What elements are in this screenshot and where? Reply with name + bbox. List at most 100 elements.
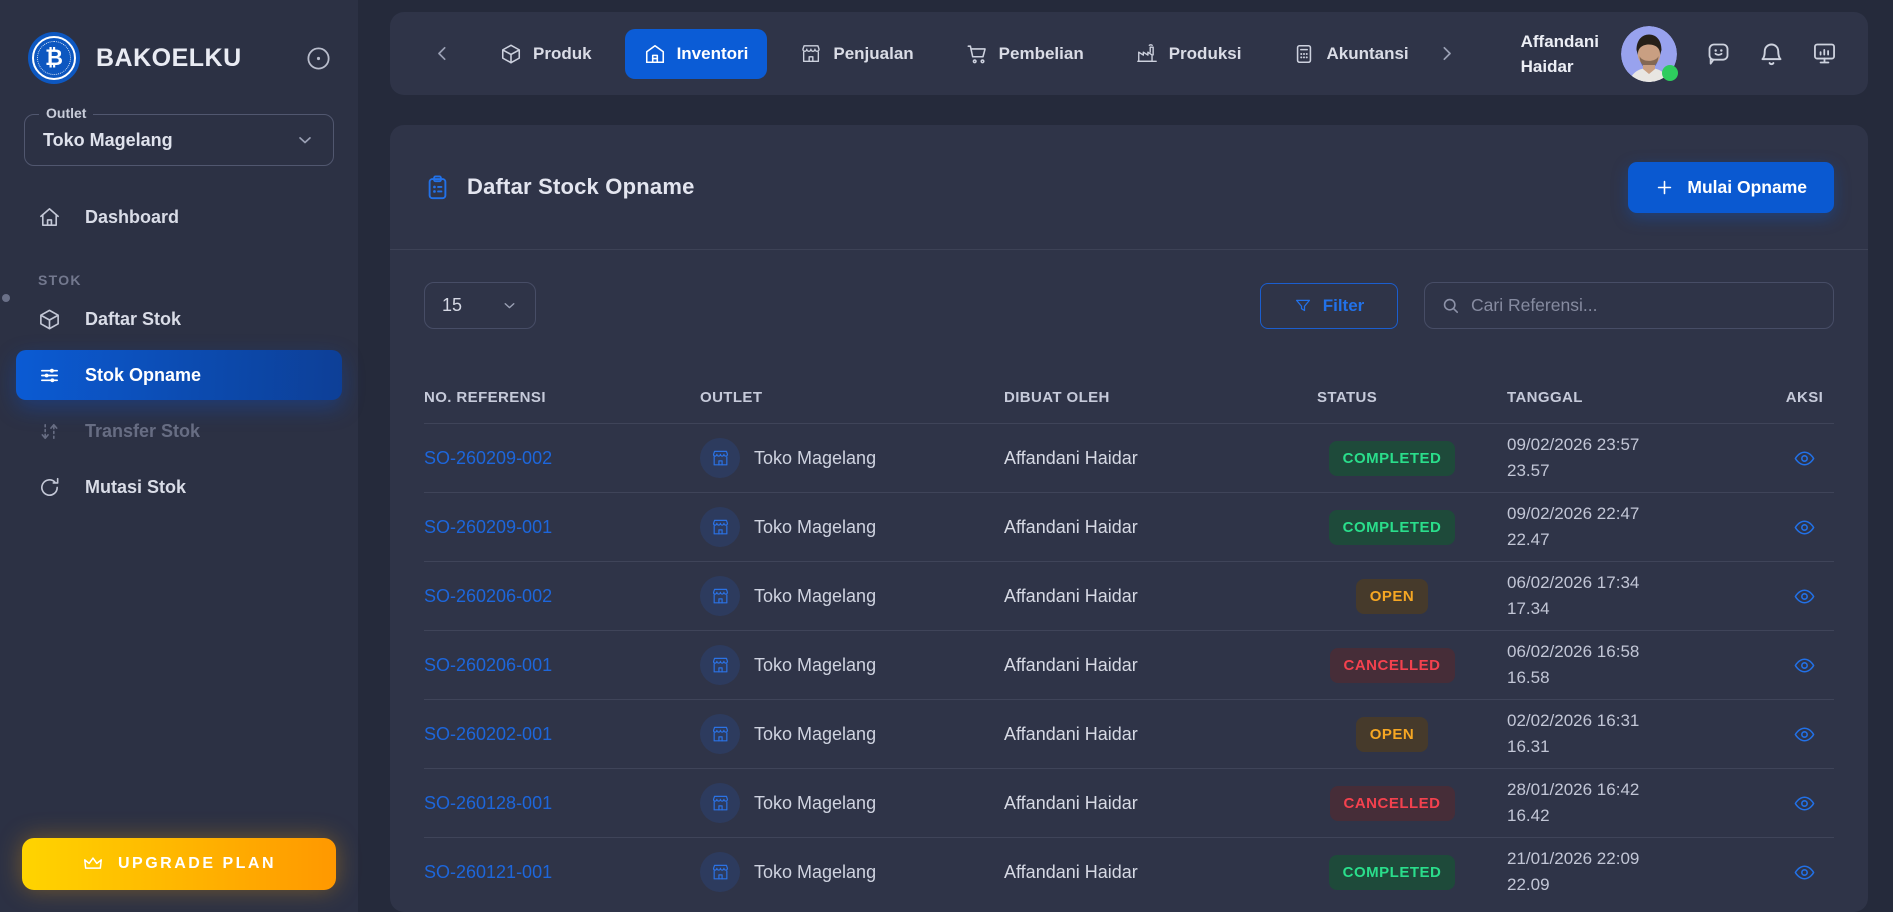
outlet-cell: Toko Magelang (700, 645, 1004, 685)
time-line: 17.34 (1507, 599, 1550, 618)
time-line: 23.57 (1507, 461, 1550, 480)
reference-link[interactable]: SO-260209-001 (424, 517, 700, 538)
action-cell (1775, 447, 1834, 470)
outlet-name: Toko Magelang (754, 654, 877, 675)
view-eye-icon[interactable] (1793, 447, 1816, 470)
date-line: 09/02/2026 22:47 (1507, 504, 1640, 523)
action-cell (1775, 723, 1834, 746)
created-by-cell: Affandani Haidar (1004, 723, 1138, 744)
warehouse-icon (644, 43, 666, 65)
chevron-down-icon (501, 297, 518, 314)
calculator-icon (1293, 43, 1315, 65)
reference-link[interactable]: SO-260121-001 (424, 862, 700, 883)
reference-link[interactable]: SO-260206-001 (424, 655, 700, 676)
tab-pembelian[interactable]: Pembelian (947, 29, 1103, 79)
table-row[interactable]: SO-260206-002 Toko Magelang Affandani Haid… (424, 561, 1834, 630)
view-eye-icon[interactable] (1793, 585, 1816, 608)
outlet-cell: Toko Magelang (700, 783, 1004, 823)
app-root: ₿ BAKOELKU Outlet Toko Magelang Dashboar… (0, 0, 1893, 912)
status-cell: OPEN (1317, 578, 1507, 614)
table-row[interactable]: SO-260128-001 Toko Magelang Affandani Haid… (424, 768, 1834, 837)
time-line: 22.09 (1507, 875, 1550, 894)
nav-scroll-right-icon[interactable] (1436, 43, 1457, 64)
outlet-name: Toko Magelang (754, 516, 877, 537)
outlet-select[interactable]: Outlet Toko Magelang (24, 105, 334, 166)
sidebar-item-stok-opname[interactable]: Stok Opname (16, 350, 342, 400)
outlet-cell: Toko Magelang (700, 576, 1004, 616)
status-cell: CANCELLED (1317, 785, 1507, 821)
view-eye-icon[interactable] (1793, 861, 1816, 884)
date-line: 06/02/2026 17:34 (1507, 573, 1640, 592)
reference-link[interactable]: SO-260209-002 (424, 448, 700, 469)
nav-scroll-left-icon[interactable] (432, 43, 453, 64)
sidebar-item-label: Mutasi Stok (85, 476, 187, 497)
created-by-cell: Affandani Haidar (1004, 516, 1138, 537)
date-cell: 09/02/2026 22:47 22.47 (1507, 501, 1775, 553)
brand-logo: ₿ (28, 32, 80, 84)
feedback-chat-icon[interactable] (1705, 40, 1732, 67)
outlet-cell: Toko Magelang (700, 852, 1004, 892)
created-by-cell: Affandani Haidar (1004, 861, 1138, 882)
filter-button[interactable]: Filter (1260, 282, 1398, 329)
date-line: 06/02/2026 16:58 (1507, 642, 1640, 661)
clipboard-icon (424, 174, 451, 201)
display-monitor-icon[interactable] (1811, 40, 1838, 67)
table-row[interactable]: SO-260209-001 Toko Magelang Affandani Haid… (424, 492, 1834, 561)
chevron-down-icon (295, 130, 315, 150)
tab-akuntansi[interactable]: Akuntansi (1274, 29, 1427, 79)
page-title: Daftar Stock Opname (467, 174, 695, 199)
reference-link[interactable]: SO-260206-002 (424, 586, 700, 607)
date-line: 21/01/2026 22:09 (1507, 849, 1640, 868)
store-icon-badge (700, 852, 740, 892)
view-eye-icon[interactable] (1793, 516, 1816, 539)
tab-produksi[interactable]: Produksi (1117, 29, 1261, 79)
table-row[interactable]: SO-260121-001 Toko Magelang Affandani Haid… (424, 837, 1834, 906)
table-header-row: NO. REFERENSI OUTLET DIBUAT OLEH STATUS TANG… (424, 371, 1834, 423)
date-cell: 02/02/2026 16:31 16.31 (1507, 708, 1775, 760)
view-eye-icon[interactable] (1793, 792, 1816, 815)
action-cell (1775, 516, 1834, 539)
sliders-icon (38, 364, 61, 387)
notifications-bell-icon[interactable] (1758, 40, 1785, 67)
tab-penjualan[interactable]: Penjualan (781, 29, 932, 79)
view-eye-icon[interactable] (1793, 654, 1816, 677)
search-icon (1441, 296, 1460, 315)
search-box (1424, 282, 1834, 329)
status-badge: COMPLETED (1328, 440, 1456, 476)
view-eye-icon[interactable] (1793, 723, 1816, 746)
page-size-select[interactable]: 15 (424, 282, 536, 329)
reference-link[interactable]: SO-260202-001 (424, 724, 700, 745)
sidebar-menu-stok: Daftar Stok Stok Opname Transfer Stok Mutas… (0, 294, 358, 512)
outlet-name: Toko Magelang (754, 447, 877, 468)
tab-produk[interactable]: Produk (481, 29, 611, 79)
tab-inventori[interactable]: Inventori (624, 28, 768, 79)
table-row[interactable]: SO-260206-001 Toko Magelang Affandani Haid… (424, 630, 1834, 699)
store-icon-badge (700, 576, 740, 616)
action-cell (1775, 861, 1834, 884)
user-name[interactable]: Affandani Haidar (1521, 29, 1599, 79)
sidebar-item-dashboard[interactable]: Dashboard (16, 192, 342, 242)
time-line: 16.58 (1507, 668, 1550, 687)
cube-icon (500, 43, 522, 65)
outlet-label: Outlet (39, 105, 94, 121)
created-by-cell: Affandani Haidar (1004, 654, 1138, 675)
outlet-name: Toko Magelang (754, 861, 877, 882)
table-row[interactable]: SO-260202-001 Toko Magelang Affandani Haid… (424, 699, 1834, 768)
sidebar-item-daftar-stok[interactable]: Daftar Stok (16, 294, 342, 344)
column-header-outlet: OUTLET (700, 388, 763, 406)
upgrade-plan-button[interactable]: UPGRADE PLAN (22, 838, 336, 890)
status-badge: CANCELLED (1329, 785, 1455, 821)
store-icon (711, 863, 730, 882)
sidebar-collapse-icon[interactable] (305, 45, 332, 72)
tab-label: Produk (533, 43, 592, 63)
outlet-value: Toko Magelang (43, 129, 173, 150)
table-row[interactable]: SO-260209-002 Toko Magelang Affandani Haid… (424, 423, 1834, 492)
reference-link[interactable]: SO-260128-001 (424, 793, 700, 814)
avatar[interactable] (1621, 25, 1678, 82)
store-icon (711, 587, 730, 606)
mulai-opname-button[interactable]: Mulai Opname (1628, 161, 1834, 213)
time-line: 16.31 (1507, 737, 1550, 756)
sidebar-item-label: Stok Opname (85, 364, 202, 385)
search-input[interactable] (1471, 295, 1817, 316)
sidebar-item-mutasi-stok[interactable]: Mutasi Stok (16, 462, 342, 512)
